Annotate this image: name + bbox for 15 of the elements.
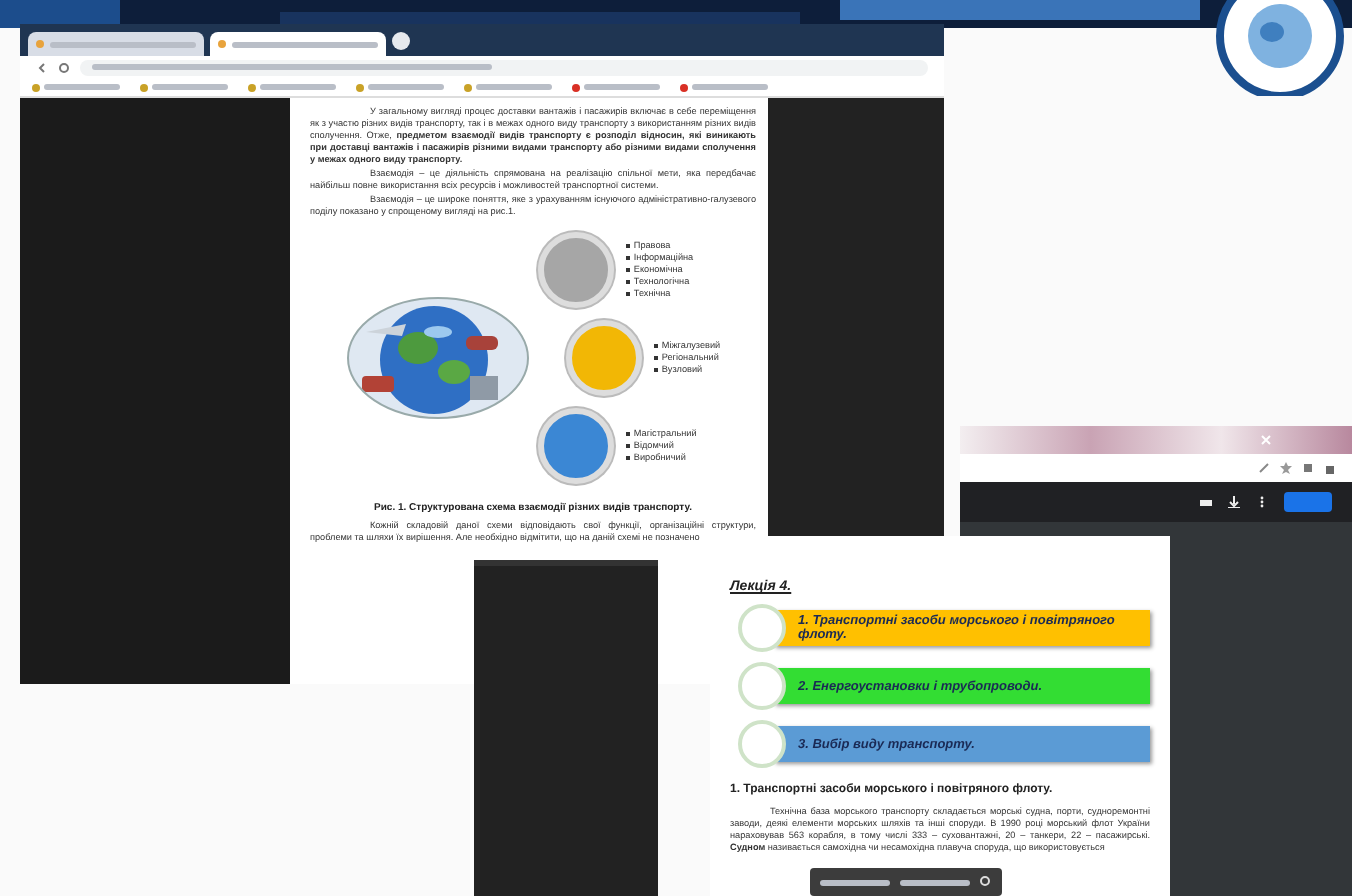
bookmark[interactable] (680, 83, 768, 91)
bookmark[interactable] (356, 83, 444, 91)
bookmark[interactable] (32, 83, 120, 91)
ring-icon (738, 604, 786, 652)
star-icon[interactable] (1280, 462, 1292, 474)
new-tab-button[interactable] (392, 31, 410, 49)
more-icon[interactable] (1256, 496, 1268, 508)
bookmark[interactable] (248, 83, 336, 91)
back-icon[interactable] (36, 61, 48, 73)
ring-icon (738, 720, 786, 768)
bookmark[interactable] (140, 83, 228, 91)
bookmark[interactable] (464, 83, 552, 91)
download-icon[interactable] (1228, 496, 1240, 508)
ring-icon (738, 662, 786, 710)
bookmark[interactable] (572, 83, 660, 91)
